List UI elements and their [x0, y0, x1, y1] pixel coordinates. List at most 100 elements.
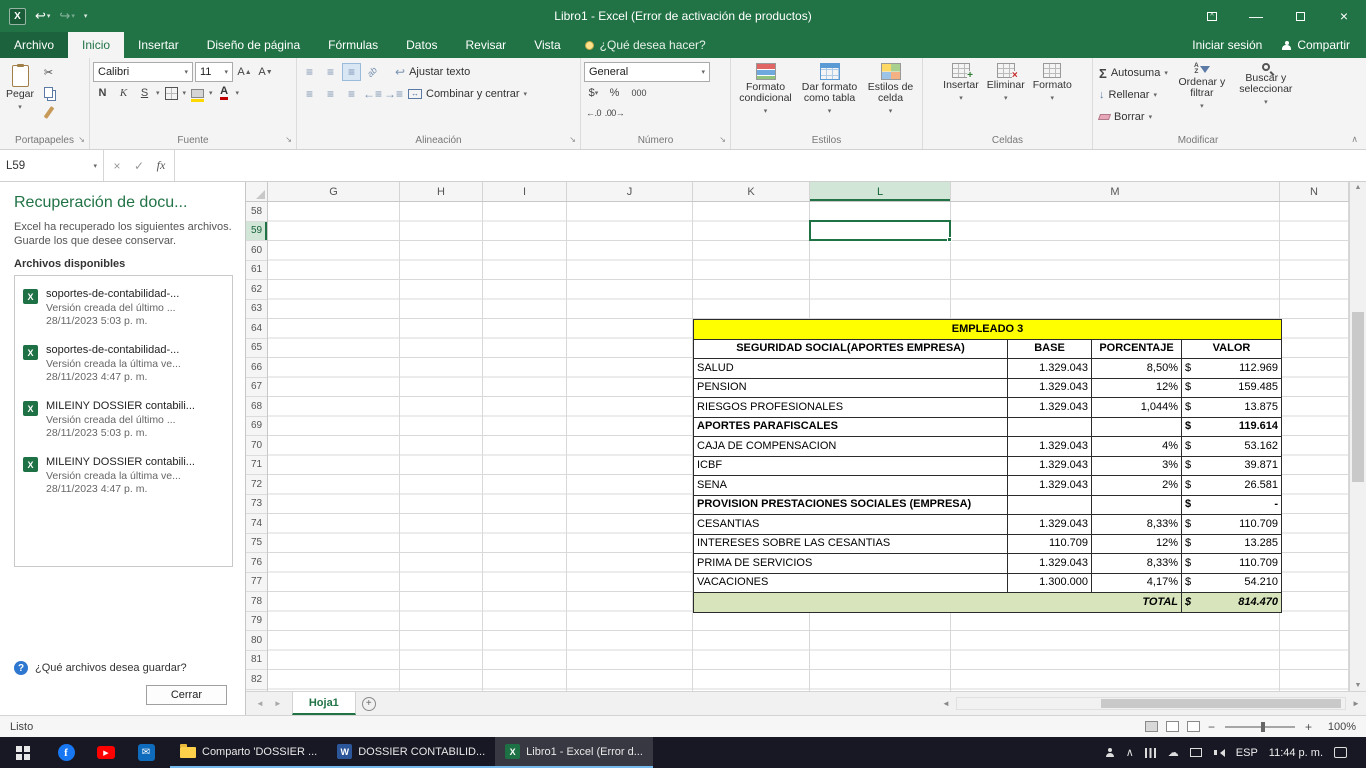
percentage-cell[interactable]: 1,044% — [1091, 397, 1182, 418]
zoom-slider[interactable] — [1224, 721, 1295, 732]
name-box[interactable]: L59 ▾ — [0, 150, 104, 181]
row-header-82[interactable]: 82 — [246, 670, 267, 690]
recovered-file-item[interactable]: Xsoportes-de-contabilidad-... Versión cre… — [15, 336, 232, 392]
concept-cell[interactable]: RIESGOS PROFESIONALES — [693, 397, 1008, 418]
selected-cell-L59[interactable] — [809, 220, 952, 242]
total-value-cell[interactable]: $814.470 — [1180, 592, 1283, 613]
concept-cell[interactable]: PRIMA DE SERVICIOS — [693, 553, 1008, 574]
row-header-75[interactable]: 75 — [246, 534, 267, 553]
which-files-question[interactable]: ? ¿Qué archivos desea guardar? — [14, 655, 233, 681]
tab-inicio[interactable]: Inicio — [68, 32, 125, 58]
format-as-table-button[interactable]: Dar formato como tabla ▾ — [799, 60, 861, 117]
value-cell[interactable]: $119.614 — [1180, 416, 1283, 437]
autosum-button[interactable]: Σ Autosuma ▾ — [1096, 63, 1171, 83]
base-cell[interactable]: 1.329.043 — [1007, 436, 1092, 457]
font-dialog-launcher[interactable]: ↘ — [285, 133, 292, 147]
percentage-cell[interactable]: 12% — [1091, 377, 1182, 398]
row-header-79[interactable]: 79 — [246, 612, 267, 631]
concept-cell[interactable]: SALUD — [693, 358, 1008, 379]
scroll-left-icon[interactable]: ◄ — [939, 699, 953, 708]
base-cell[interactable] — [1007, 494, 1092, 515]
row-header-60[interactable]: 60 — [246, 241, 267, 261]
taskbar-facebook[interactable]: f — [46, 737, 86, 768]
alignment-dialog-launcher[interactable]: ↘ — [569, 133, 576, 147]
column-header-j[interactable]: J — [567, 182, 693, 201]
value-cell[interactable]: $26.581 — [1180, 475, 1283, 496]
zoom-slider-thumb[interactable] — [1261, 721, 1266, 732]
restore-button[interactable] — [1278, 0, 1322, 32]
base-cell[interactable]: 1.329.043 — [1007, 514, 1092, 535]
wrap-text-button[interactable]: ↩ Ajustar texto — [392, 62, 473, 82]
percentage-cell[interactable]: 12% — [1091, 533, 1182, 554]
row-header-66[interactable]: 66 — [246, 358, 267, 378]
number-dialog-launcher[interactable]: ↘ — [719, 133, 726, 147]
align-left-button[interactable]: ≡ — [300, 85, 319, 103]
value-cell[interactable]: $110.709 — [1180, 553, 1283, 574]
horizontal-scroll-thumb[interactable] — [1101, 699, 1341, 708]
percentage-cell[interactable]: 4,17% — [1091, 572, 1182, 593]
align-center-button[interactable]: ≡ — [321, 85, 340, 103]
new-sheet-button[interactable]: + — [356, 692, 382, 715]
percentage-cell[interactable] — [1091, 494, 1182, 515]
value-cell[interactable]: $110.709 — [1180, 514, 1283, 535]
tab-archivo[interactable]: Archivo — [0, 32, 69, 58]
undo-button[interactable]: ↩ ▾ — [35, 8, 50, 24]
decrease-decimal-button[interactable]: .00→ — [605, 104, 625, 122]
base-cell[interactable]: 1.329.043 — [1007, 377, 1092, 398]
align-top-button[interactable]: ≡ — [300, 63, 319, 81]
clipboard-dialog-launcher[interactable]: ↘ — [78, 133, 85, 147]
value-cell[interactable]: $ - — [1180, 494, 1283, 515]
sheet-tab-hoja1[interactable]: Hoja1 — [291, 692, 356, 715]
customize-qat-button[interactable]: ▾ — [84, 12, 88, 20]
vertical-scroll-thumb[interactable] — [1352, 312, 1364, 482]
decrease-indent-button[interactable]: ←≡ — [363, 85, 382, 103]
concept-cell[interactable]: APORTES PARAFISCALES — [693, 416, 1008, 437]
sheet-grid[interactable]: EMPLEADO 3 SEGURIDAD SOCIAL(APORTES EMPRE… — [268, 202, 1349, 691]
zoom-out-button[interactable]: − — [1208, 720, 1215, 734]
table-column-header[interactable]: VALOR — [1180, 338, 1283, 359]
row-header-62[interactable]: 62 — [246, 280, 267, 300]
underline-button[interactable]: S — [135, 84, 154, 102]
number-format-combo[interactable]: General ▾ — [584, 62, 710, 82]
hidden-icons-chevron[interactable]: ∧ — [1126, 746, 1134, 759]
taskbar-mail[interactable]: ✉ — [126, 737, 166, 768]
base-cell[interactable]: 110.709 — [1007, 533, 1092, 554]
language-indicator[interactable]: ESP — [1236, 747, 1258, 759]
base-cell[interactable]: 1.329.043 — [1007, 455, 1092, 476]
start-button[interactable] — [0, 737, 46, 768]
row-header-68[interactable]: 68 — [246, 397, 267, 417]
onedrive-cloud-icon[interactable]: ☁ — [1168, 746, 1179, 759]
fill-handle[interactable] — [947, 237, 952, 242]
row-header-71[interactable]: 71 — [246, 456, 267, 475]
increase-decimal-button[interactable]: ←.0 — [584, 104, 603, 122]
select-all-corner[interactable] — [246, 182, 268, 201]
taskbar-app-word[interactable]: W DOSSIER CONTABILID... — [327, 737, 496, 768]
row-header-72[interactable]: 72 — [246, 475, 267, 495]
row-header-59[interactable]: 59 — [246, 221, 267, 241]
taskbar-app-folder[interactable]: Comparto 'DOSSIER ... — [170, 737, 328, 768]
conditional-formatting-button[interactable]: Formato condicional ▾ — [735, 60, 797, 117]
value-cell[interactable]: $54.210 — [1180, 572, 1283, 593]
concept-cell[interactable]: CAJA DE COMPENSACION — [693, 436, 1008, 457]
ribbon-display-options-button[interactable]: ^ — [1190, 0, 1234, 32]
scroll-down-icon[interactable]: ▼ — [1350, 682, 1366, 689]
row-header-81[interactable]: 81 — [246, 651, 267, 670]
speaker-icon[interactable] — [1213, 748, 1225, 757]
normal-view-button[interactable] — [1144, 721, 1158, 732]
row-header-61[interactable]: 61 — [246, 261, 267, 280]
row-header-63[interactable]: 63 — [246, 300, 267, 319]
collapse-ribbon-button[interactable]: ∧ — [1351, 134, 1358, 145]
value-cell[interactable]: $53.162 — [1180, 436, 1283, 457]
column-header-g[interactable]: G — [268, 182, 400, 201]
recovered-file-item[interactable]: X MILEINY DOSSIER contabili... Versión cre… — [15, 448, 232, 504]
concept-cell[interactable]: ICBF — [693, 455, 1008, 476]
italic-button[interactable]: K — [114, 84, 133, 102]
scroll-up-icon[interactable]: ▲ — [1350, 184, 1366, 191]
page-layout-view-button[interactable] — [1165, 721, 1179, 732]
cancel-icon[interactable]: × — [106, 159, 128, 173]
notification-center-icon[interactable] — [1334, 747, 1347, 758]
tab-fórmulas[interactable]: Fórmulas — [314, 32, 392, 58]
cut-button[interactable]: ✂ — [39, 63, 58, 81]
sign-in-button[interactable]: Iniciar sesión — [1192, 38, 1262, 52]
merge-center-button[interactable]: ↔ Combinar y centrar ▾ — [405, 84, 530, 104]
